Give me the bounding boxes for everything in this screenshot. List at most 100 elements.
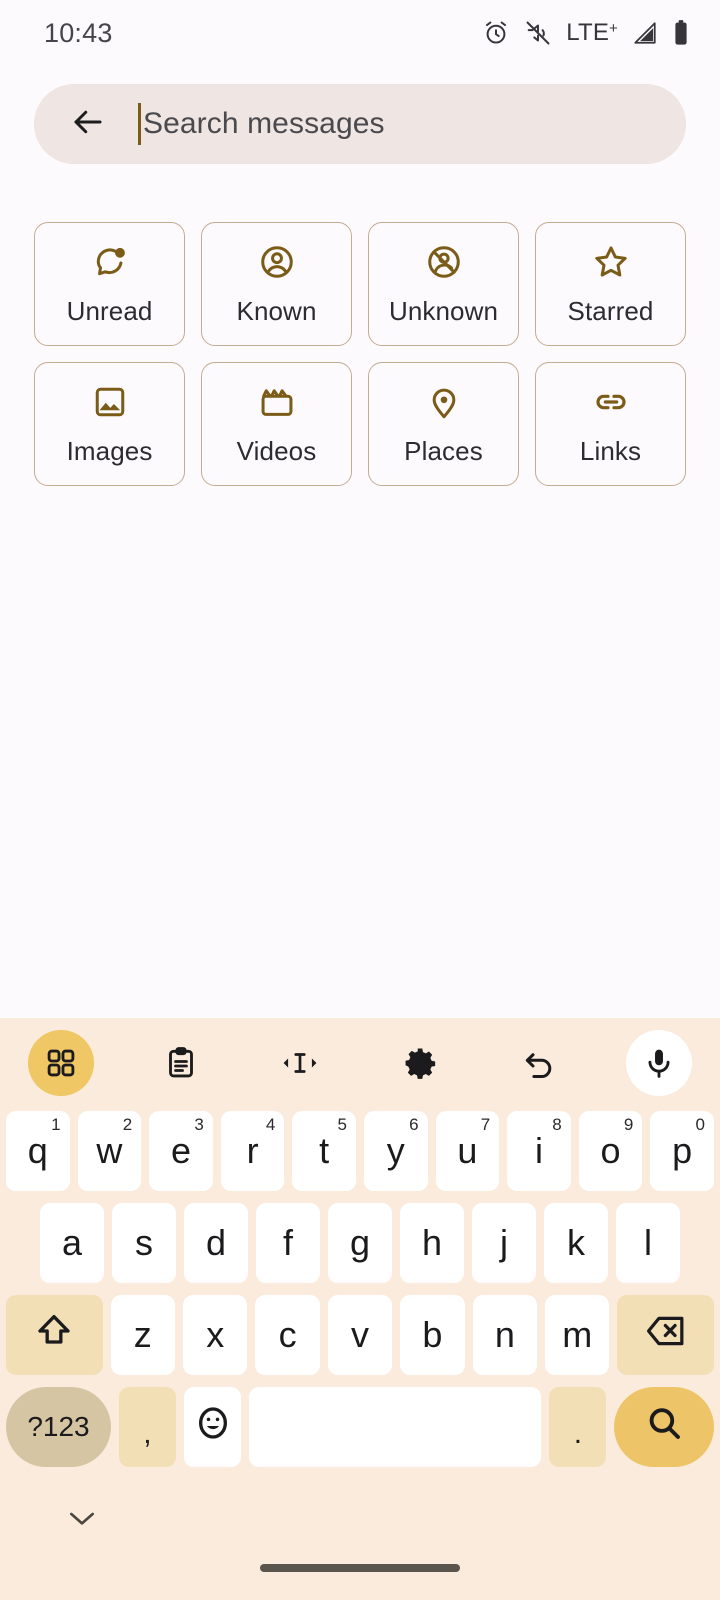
undo-icon[interactable] bbox=[506, 1030, 572, 1096]
space-key[interactable] bbox=[249, 1387, 542, 1467]
filter-chip-label: Known bbox=[236, 295, 317, 326]
microphone-icon[interactable] bbox=[625, 1030, 692, 1096]
key-f[interactable]: f bbox=[256, 1203, 320, 1283]
key-label: i bbox=[534, 1130, 543, 1171]
search-input[interactable]: Search messages bbox=[138, 100, 385, 148]
keyboard-row-1: 1q 2w 3e 4r 5t 6y 7u 8i 9o 0p bbox=[6, 1108, 714, 1194]
search-bar[interactable]: Search messages bbox=[34, 84, 686, 164]
key-p[interactable]: 0p bbox=[650, 1111, 714, 1191]
keyboard-bottom-bar bbox=[0, 1476, 720, 1596]
key-v[interactable]: v bbox=[327, 1295, 393, 1375]
image-icon bbox=[92, 382, 128, 422]
keyboard-rows: 1q 2w 3e 4r 5t 6y 7u 8i 9o 0p a s d f g … bbox=[0, 1108, 720, 1470]
key-label: o bbox=[600, 1130, 621, 1171]
key-n[interactable]: n bbox=[472, 1295, 538, 1375]
key-e[interactable]: 3e bbox=[149, 1111, 213, 1191]
keyboard-row-2: a s d f g h j k l bbox=[6, 1200, 714, 1286]
key-x[interactable]: x bbox=[183, 1295, 248, 1375]
key-label: e bbox=[170, 1130, 191, 1171]
key-number-hint: 7 bbox=[480, 1115, 491, 1134]
gesture-home-bar[interactable] bbox=[260, 1564, 460, 1572]
status-bar-clock: 10:43 bbox=[44, 17, 113, 48]
key-c[interactable]: c bbox=[255, 1295, 320, 1375]
filter-chip-label: Videos bbox=[236, 435, 317, 466]
search-icon bbox=[643, 1402, 685, 1453]
filter-chip-links[interactable]: Links bbox=[535, 362, 686, 486]
key-number-hint: 8 bbox=[552, 1115, 562, 1134]
key-a[interactable]: a bbox=[40, 1203, 104, 1283]
filter-chip-places[interactable]: Places bbox=[368, 362, 519, 486]
filter-chip-unknown[interactable]: Unknown bbox=[368, 222, 519, 346]
key-number-hint: 3 bbox=[194, 1115, 204, 1134]
key-w[interactable]: 2w bbox=[77, 1111, 142, 1191]
key-i[interactable]: 8i bbox=[507, 1111, 571, 1191]
search-key[interactable] bbox=[614, 1387, 715, 1467]
emoji-icon bbox=[193, 1403, 233, 1452]
signal-icon bbox=[632, 20, 658, 46]
key-y[interactable]: 6y bbox=[363, 1111, 428, 1191]
key-label: q bbox=[27, 1130, 48, 1171]
filter-chip-known[interactable]: Known bbox=[201, 222, 352, 346]
shift-key[interactable] bbox=[6, 1295, 103, 1375]
on-screen-keyboard: 1q 2w 3e 4r 5t 6y 7u 8i 9o 0p a s d f g … bbox=[0, 1018, 720, 1600]
filter-chip-label: Starred bbox=[567, 295, 654, 326]
key-j[interactable]: j bbox=[472, 1203, 536, 1283]
filter-chip-label: Places bbox=[404, 435, 483, 466]
battery-icon bbox=[672, 19, 690, 47]
back-arrow-icon bbox=[70, 104, 106, 145]
key-label: w bbox=[96, 1130, 123, 1171]
text-cursor-icon[interactable] bbox=[267, 1030, 333, 1096]
key-label: u bbox=[457, 1130, 478, 1171]
key-q[interactable]: 1q bbox=[6, 1111, 70, 1191]
status-bar-icons: LTE + bbox=[482, 19, 690, 47]
emoji-key[interactable] bbox=[184, 1387, 242, 1467]
clipboard-icon[interactable] bbox=[148, 1030, 214, 1096]
filter-chip-videos[interactable]: Videos bbox=[201, 362, 352, 486]
gear-icon[interactable] bbox=[387, 1030, 453, 1096]
volume-off-icon bbox=[524, 19, 552, 47]
filter-chip-label: Unknown bbox=[388, 295, 499, 326]
search-input-placeholder: Search messages bbox=[143, 107, 385, 140]
person-circle-icon bbox=[258, 242, 296, 282]
key-number-hint: 1 bbox=[51, 1115, 61, 1134]
filter-chip-label: Links bbox=[579, 435, 642, 466]
location-pin-icon bbox=[425, 382, 463, 422]
key-b[interactable]: b bbox=[400, 1295, 465, 1375]
star-icon bbox=[591, 242, 631, 282]
key-o[interactable]: 9o bbox=[578, 1111, 643, 1191]
key-number-hint: 4 bbox=[265, 1115, 276, 1134]
key-u[interactable]: 7u bbox=[435, 1111, 500, 1191]
person-blocked-icon bbox=[425, 242, 463, 282]
symbols-key[interactable]: ?123 bbox=[6, 1387, 111, 1467]
key-s[interactable]: s bbox=[112, 1203, 176, 1283]
key-number-hint: 9 bbox=[623, 1115, 634, 1134]
key-label: r bbox=[246, 1130, 259, 1171]
chevron-down-icon bbox=[66, 1506, 98, 1535]
key-d[interactable]: d bbox=[184, 1203, 248, 1283]
filter-chip-label: Unread bbox=[66, 295, 153, 326]
filter-chip-unread[interactable]: Unread bbox=[34, 222, 185, 346]
keyboard-row-4: ?123 , . bbox=[6, 1384, 715, 1470]
key-z[interactable]: z bbox=[110, 1295, 175, 1375]
key-number-hint: 2 bbox=[122, 1115, 133, 1134]
key-t[interactable]: 5t bbox=[292, 1111, 356, 1191]
filter-chip-starred[interactable]: Starred bbox=[535, 222, 686, 346]
key-m[interactable]: m bbox=[545, 1295, 610, 1375]
filter-chip-images[interactable]: Images bbox=[34, 362, 185, 486]
key-h[interactable]: h bbox=[400, 1203, 464, 1283]
back-button[interactable] bbox=[64, 100, 112, 148]
period-key[interactable]: . bbox=[549, 1387, 607, 1467]
backspace-key[interactable] bbox=[617, 1295, 715, 1375]
alarm-icon bbox=[482, 19, 510, 47]
search-filter-grid: Unread Known Unknown Starred Images Vide… bbox=[34, 222, 686, 486]
status-bar: 10:43 LTE + bbox=[0, 0, 720, 66]
grid-icon[interactable] bbox=[28, 1030, 94, 1096]
key-number-hint: 6 bbox=[409, 1115, 419, 1134]
key-r[interactable]: 4r bbox=[220, 1111, 285, 1191]
key-g[interactable]: g bbox=[328, 1203, 392, 1283]
key-k[interactable]: k bbox=[544, 1203, 608, 1283]
backspace-icon bbox=[645, 1313, 687, 1358]
hide-keyboard-button[interactable] bbox=[62, 1506, 102, 1534]
key-l[interactable]: l bbox=[616, 1203, 680, 1283]
comma-key[interactable]: , bbox=[118, 1387, 177, 1467]
